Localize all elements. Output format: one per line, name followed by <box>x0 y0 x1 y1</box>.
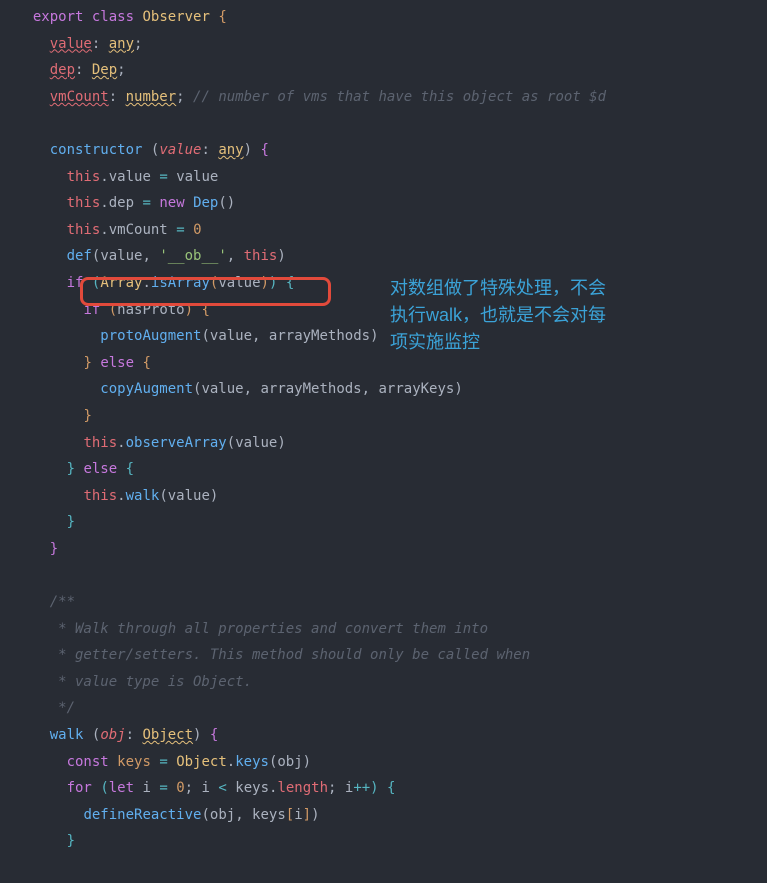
keyword-new: new <box>159 195 184 211</box>
code-line: export class Observer { <box>4 4 767 31</box>
code-line: } <box>4 536 767 563</box>
code-line: } else { <box>4 350 767 377</box>
keyword-export: export <box>33 9 84 25</box>
type: number <box>126 89 177 105</box>
code-line: * value type is Object. <box>4 669 767 696</box>
function-call: copyAugment <box>100 381 193 397</box>
param: value <box>159 142 201 158</box>
code-line: } else { <box>4 456 767 483</box>
keyword-else: else <box>83 461 117 477</box>
code-line: copyAugment(value, arrayMethods, arrayKe… <box>4 376 767 403</box>
type: Dep <box>92 62 117 78</box>
comment-block: * value type is Object. <box>50 674 252 690</box>
code-line: value: any; <box>4 31 767 58</box>
keyword-else: else <box>100 355 134 371</box>
code-line: * Walk through all properties and conver… <box>4 616 767 643</box>
code-line: } <box>4 828 767 855</box>
code-line: if (Array.isArray(value)) { <box>4 270 767 297</box>
code-line <box>4 110 767 137</box>
code-line: this.dep = new Dep() <box>4 190 767 217</box>
code-line: } <box>4 403 767 430</box>
code-line: } <box>4 509 767 536</box>
property: vmCount <box>50 89 109 105</box>
keyword-if: if <box>67 275 84 291</box>
function-call: defineReactive <box>83 807 201 823</box>
code-line: */ <box>4 695 767 722</box>
code-line: dep: Dep; <box>4 57 767 84</box>
code-line: constructor (value: any) { <box>4 137 767 164</box>
code-line: defineReactive(obj, keys[i]) <box>4 802 767 829</box>
keyword-class: class <box>92 9 134 25</box>
code-line: walk (obj: Object) { <box>4 722 767 749</box>
code-line: for (let i = 0; i < keys.length; i++) { <box>4 775 767 802</box>
type: any <box>218 142 243 158</box>
code-line: this.walk(value) <box>4 483 767 510</box>
property: value <box>50 36 92 52</box>
code-line: vmCount: number; // number of vms that h… <box>4 84 767 111</box>
class-name: Observer <box>142 9 209 25</box>
code-line: def(value, '__ob__', this) <box>4 243 767 270</box>
code-line: this.vmCount = 0 <box>4 217 767 244</box>
keyword-this: this <box>67 195 101 211</box>
code-line: * getter/setters. This method should onl… <box>4 642 767 669</box>
comment-block: */ <box>50 700 75 716</box>
code-line: this.value = value <box>4 164 767 191</box>
keyword-this: this <box>67 222 101 238</box>
code-line: this.observeArray(value) <box>4 430 767 457</box>
keyword-this: this <box>67 169 101 185</box>
code-line: const keys = Object.keys(obj) <box>4 749 767 776</box>
type: any <box>109 36 134 52</box>
code-line: if (hasProto) { <box>4 297 767 324</box>
function-call: protoAugment <box>100 328 201 344</box>
code-line: protoAugment(value, arrayMethods) <box>4 323 767 350</box>
method-constructor: constructor <box>50 142 143 158</box>
method-walk: walk <box>50 727 84 743</box>
comment-block: * getter/setters. This method should onl… <box>50 647 530 663</box>
brace: { <box>218 9 226 25</box>
comment: // number of vms that have this object a… <box>193 89 606 105</box>
function-call: def <box>67 248 92 264</box>
keyword-for: for <box>67 780 92 796</box>
keyword-if: if <box>83 302 100 318</box>
code-editor[interactable]: export class Observer { value: any; dep:… <box>0 4 767 855</box>
property: dep <box>50 62 75 78</box>
code-line: /** <box>4 589 767 616</box>
code-line <box>4 562 767 589</box>
comment-block: /** <box>50 594 75 610</box>
keyword-const: const <box>67 754 109 770</box>
comment-block: * Walk through all properties and conver… <box>50 621 488 637</box>
